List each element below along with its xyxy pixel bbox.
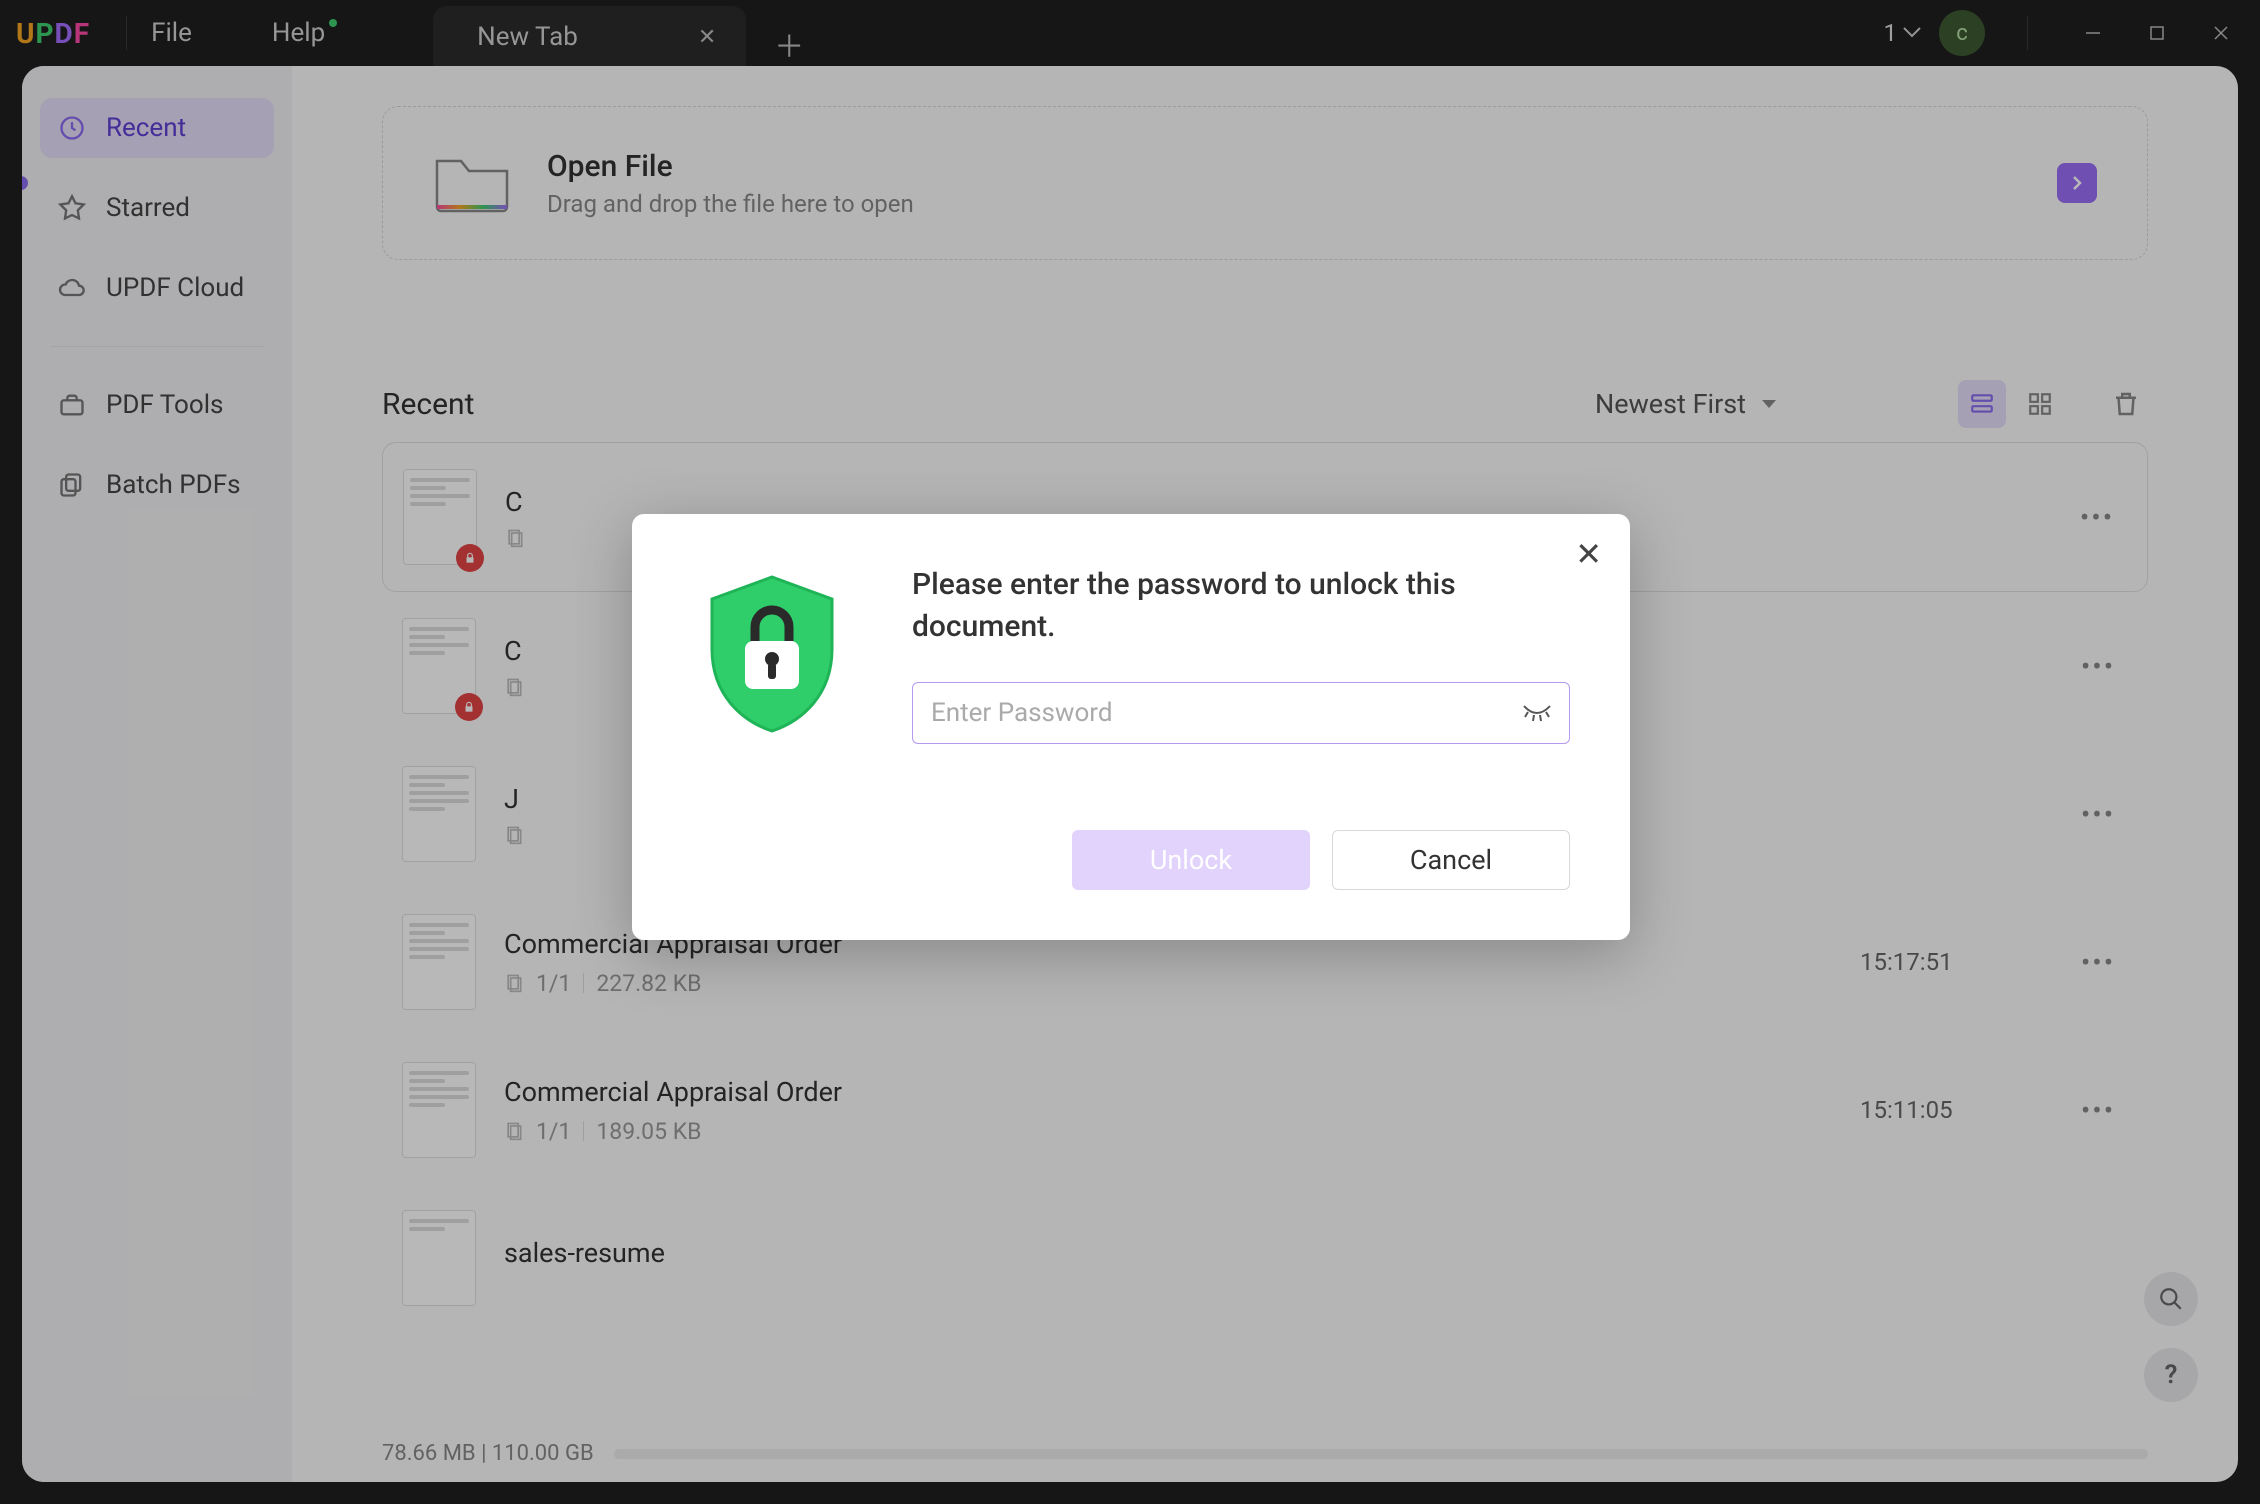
shield-lock-icon <box>692 564 852 744</box>
eye-closed-icon <box>1522 700 1552 722</box>
password-dialog: ✕ Please enter the password to unlock th… <box>632 514 1630 940</box>
dialog-close-button[interactable]: ✕ <box>1575 538 1602 570</box>
unlock-button[interactable]: Unlock <box>1072 830 1310 890</box>
password-input[interactable] <box>912 682 1570 744</box>
dialog-message: Please enter the password to unlock this… <box>912 564 1570 648</box>
toggle-password-visibility-button[interactable] <box>1522 700 1552 726</box>
cancel-button[interactable]: Cancel <box>1332 830 1570 890</box>
